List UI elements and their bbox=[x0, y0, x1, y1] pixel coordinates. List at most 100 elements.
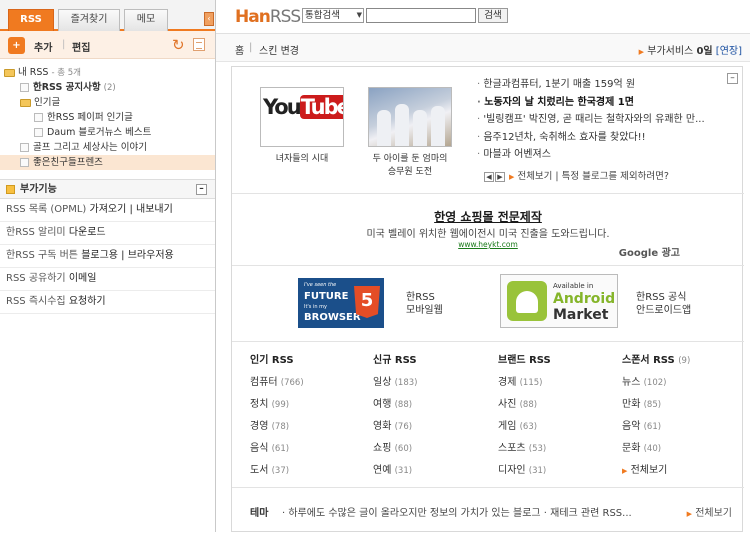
headline-item[interactable]: 음주12년차, 숙취해소 효자를 찾았다!! bbox=[477, 129, 739, 147]
addons-header: 부가기능 – bbox=[0, 179, 215, 199]
refresh-icon[interactable]: ↻ bbox=[172, 36, 185, 54]
headline-item[interactable]: 마블과 어벤져스 bbox=[477, 146, 739, 164]
triangle-icon: ▶ bbox=[622, 467, 628, 475]
tree-item-paper[interactable]: 한RSS 페이퍼 인기글 bbox=[0, 110, 215, 125]
category-item[interactable]: 문화 (40) bbox=[622, 438, 742, 460]
search-scope-select[interactable]: 통합검색 bbox=[302, 8, 364, 23]
youtube-you: You bbox=[263, 95, 302, 119]
category-item[interactable]: 음식 (61) bbox=[250, 438, 370, 460]
tree-root[interactable]: 내 RSS - 총 5개 bbox=[0, 65, 215, 80]
addon-notifier: 한RSS 알리미 다운로드 bbox=[0, 222, 215, 245]
tree-item-daum[interactable]: Daum 블로거뉴스 베스트 bbox=[0, 125, 215, 140]
html5-banner[interactable]: I've seen the FUTURE It's in my BROWSER … bbox=[298, 278, 384, 328]
category-count: (53) bbox=[528, 444, 547, 454]
tree-item-notice[interactable]: 한RSS 공지사항 (2) bbox=[0, 80, 215, 95]
category-count: (76) bbox=[394, 422, 413, 432]
mobile-web-link[interactable]: 한RSS 모바일웹 bbox=[406, 291, 443, 317]
list-icon[interactable] bbox=[193, 38, 205, 51]
tree-item-golf[interactable]: 골프 그리고 세상사는 이야기 bbox=[0, 140, 215, 155]
tab-memo[interactable]: 메모 bbox=[124, 9, 168, 31]
addons-title: 부가기능 bbox=[20, 184, 57, 195]
news-thumbnail[interactable] bbox=[368, 87, 452, 147]
tree-root-label: 내 RSS bbox=[18, 67, 49, 78]
category-header-label: 스폰서 RSS bbox=[622, 355, 675, 366]
category-count: (37) bbox=[271, 466, 290, 476]
next-icon[interactable]: ▶ bbox=[495, 171, 505, 182]
tree-folder-popular[interactable]: 인기글 bbox=[0, 95, 215, 110]
search-button[interactable]: 검색 bbox=[478, 8, 508, 23]
category-name: 여행 bbox=[373, 399, 392, 410]
feed-tree: 내 RSS - 총 5개 한RSS 공지사항 (2) 인기글 한RSS 페이퍼 … bbox=[0, 59, 215, 170]
category-name: 디자인 bbox=[498, 465, 526, 476]
android-icon bbox=[507, 281, 547, 321]
addon-label: 한RSS 구독 버튼 bbox=[6, 250, 79, 261]
category-item[interactable]: 디자인 (31) bbox=[498, 460, 618, 482]
extend-link[interactable]: [연장] bbox=[716, 46, 742, 57]
category-item[interactable]: 일상 (183) bbox=[373, 372, 493, 394]
youtube-tube: Tube bbox=[299, 95, 343, 119]
addon-link[interactable]: 요청하기 bbox=[69, 296, 106, 307]
logo-han: Han bbox=[235, 7, 271, 27]
category-item[interactable]: 사진 (88) bbox=[498, 394, 618, 416]
category-header[interactable]: 스폰서 RSS (9) bbox=[622, 352, 742, 372]
minus-icon[interactable]: – bbox=[196, 184, 207, 195]
theme-view-all[interactable]: ▶ 전체보기 bbox=[687, 504, 732, 519]
tab-bookmarks[interactable]: 즐겨찾기 bbox=[58, 9, 120, 31]
category-item[interactable]: 게임 (63) bbox=[498, 416, 618, 438]
addon-link[interactable]: 다운로드 bbox=[69, 227, 106, 238]
category-item[interactable]: 만화 (85) bbox=[622, 394, 742, 416]
news-thumbnail[interactable]: YouTube bbox=[260, 87, 344, 147]
news-nav-text[interactable]: 전체보기 | 특정 블로그를 제외하려면? bbox=[517, 171, 668, 182]
headline-item[interactable]: 노동자의 날 치렀리는 한국경제 1면 bbox=[477, 94, 739, 112]
theme-text[interactable]: · 하루에도 수많은 글이 올라오지만 정보의 가치가 있는 블로그 · 재테크… bbox=[282, 504, 632, 519]
category-item[interactable]: 도서 (37) bbox=[250, 460, 370, 482]
category-header[interactable]: 브랜드 RSS bbox=[498, 352, 618, 372]
addon-link[interactable]: 가져오기 | 내보내기 bbox=[90, 204, 173, 215]
ad-title[interactable]: 한영 쇼핑몰 전문제작 bbox=[232, 208, 744, 225]
addon-link[interactable]: 블로그용 | 브라우저용 bbox=[81, 250, 174, 261]
category-name: 연예 bbox=[373, 465, 392, 476]
hanrss-logo[interactable]: HanRSS bbox=[235, 7, 301, 27]
headline-item[interactable]: '빌링캠프' 박진영, 곧 때리는 철학자와의 유쾌한 만... bbox=[477, 111, 739, 129]
add-button[interactable]: 추가 bbox=[34, 39, 52, 54]
addon-label: RSS 목록 (OPML) bbox=[6, 204, 87, 215]
category-item[interactable]: 경제 (115) bbox=[498, 372, 618, 394]
thumb-caption[interactable]: 두 아이를 둔 엄마의 승무원 도전 bbox=[360, 151, 460, 177]
category-item[interactable]: 연예 (31) bbox=[373, 460, 493, 482]
tree-item-label: 좋은친구들프렌즈 bbox=[33, 157, 103, 168]
thumb-caption[interactable]: 녀자들의 시대 bbox=[252, 151, 352, 164]
category-view-all[interactable]: ▶ 전체보기 bbox=[622, 460, 742, 482]
category-item[interactable]: 영화 (76) bbox=[373, 416, 493, 438]
addon-link[interactable]: 이메일 bbox=[69, 273, 97, 284]
addon-service-label: 부가서비스 bbox=[647, 46, 694, 57]
breadcrumb-home[interactable]: 홈 bbox=[235, 42, 244, 57]
category-item[interactable]: 컴퓨터 (766) bbox=[250, 372, 370, 394]
category-item[interactable]: 음악 (61) bbox=[622, 416, 742, 438]
category-item[interactable]: 쇼핑 (60) bbox=[373, 438, 493, 460]
skin-change-link[interactable]: 스킨 변경 bbox=[259, 42, 299, 57]
edit-button[interactable]: 편집 bbox=[72, 39, 90, 54]
category-item[interactable]: 뉴스 (102) bbox=[622, 372, 742, 394]
search-input[interactable] bbox=[366, 8, 476, 23]
android-app-link[interactable]: 한RSS 공식 안드로이드앱 bbox=[636, 291, 691, 317]
tree-item-friends[interactable]: 좋은친구들프렌즈 bbox=[0, 155, 215, 170]
headline-item[interactable]: 한글과컴퓨터, 1분기 매출 159억 원 bbox=[477, 76, 739, 94]
tab-rss[interactable]: RSS bbox=[8, 9, 54, 31]
category-count: (61) bbox=[271, 444, 290, 454]
category-item[interactable]: 여행 (88) bbox=[373, 394, 493, 416]
category-count: (63) bbox=[519, 422, 538, 432]
tree-root-count: - 총 5개 bbox=[51, 68, 81, 78]
collapse-sidebar-button[interactable]: ‹ bbox=[204, 12, 214, 26]
triangle-icon: ▶ bbox=[686, 510, 692, 518]
top-header: HanRSS 통합검색 검색 bbox=[216, 0, 750, 34]
category-header[interactable]: 신규 RSS bbox=[373, 352, 493, 372]
category-item[interactable]: 정치 (99) bbox=[250, 394, 370, 416]
category-item[interactable]: 스포츠 (53) bbox=[498, 438, 618, 460]
category-item[interactable]: 경영 (78) bbox=[250, 416, 370, 438]
tree-item-label: 골프 그리고 세상사는 이야기 bbox=[33, 142, 147, 153]
prev-icon[interactable]: ◀ bbox=[484, 171, 494, 182]
theme-label: 테마 bbox=[250, 508, 269, 519]
android-market-banner[interactable]: Available in Android Market bbox=[500, 274, 618, 328]
banner-text: FUTURE bbox=[304, 291, 349, 302]
category-header[interactable]: 인기 RSS bbox=[250, 352, 370, 372]
